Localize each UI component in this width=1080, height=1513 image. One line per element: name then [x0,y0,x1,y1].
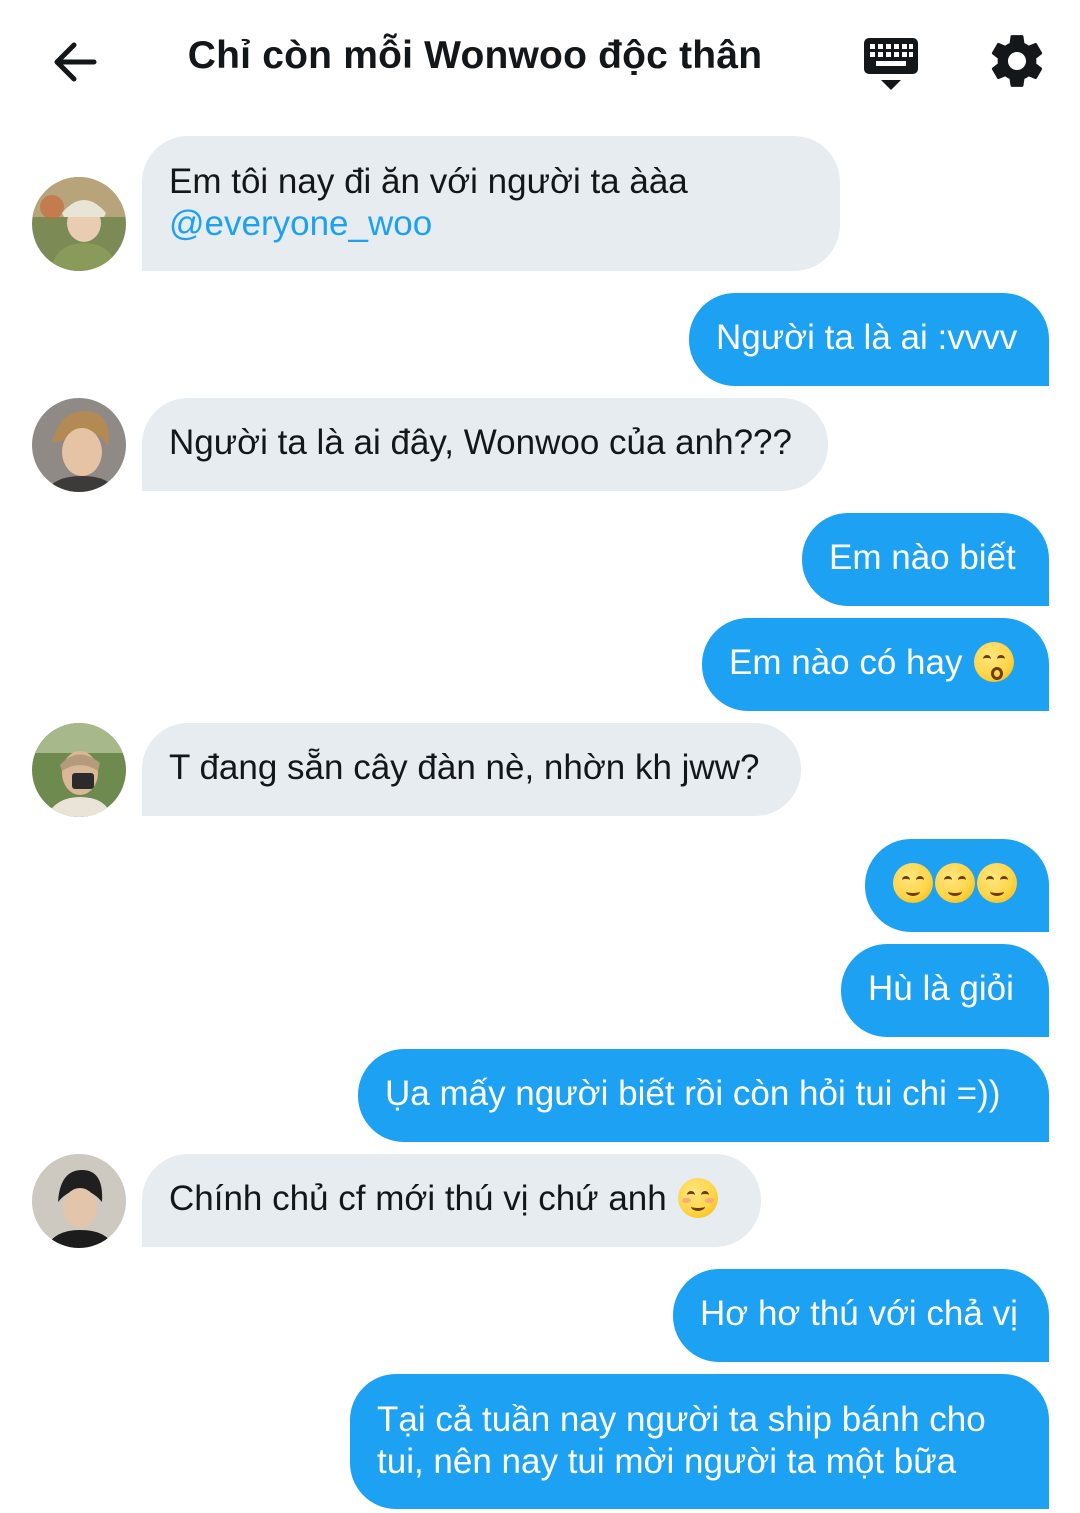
message-text-line: Tại cả tuần nay người ta ship bánh cho [377,1400,986,1439]
message-bubble-incoming[interactable]: Người ta là ai đây, Wonwoo của anh??? [142,398,828,491]
smirking-face-emoji-icon [893,863,933,903]
message-text: Hù là giỏi [868,969,1014,1008]
avatar[interactable] [32,723,126,817]
message-bubble-outgoing[interactable]: Hơ hơ thú với chả vị [673,1269,1049,1362]
message-bubble-outgoing[interactable]: Ụa mấy người biết rồi còn hỏi tui chi =)… [358,1049,1049,1142]
message-text: T đang sẵn cây đàn nè, nhờn kh jww? [169,748,760,787]
message-text: Em tôi nay đi ăn với người ta ààa [169,162,688,201]
avatar[interactable] [32,398,126,492]
message-bubble-incoming[interactable]: Em tôi nay đi ăn với người ta ààa @every… [142,136,840,271]
arrow-left-icon [54,42,97,82]
kissing-face-emoji-icon [974,642,1015,682]
smirking-face-emoji-icon [935,863,975,903]
message-text: Em nào biết [829,538,1016,577]
message-text: Người ta là ai đây, Wonwoo của anh??? [169,423,792,462]
avatar[interactable] [32,1154,126,1248]
user-photo-icon [32,1154,126,1248]
back-button[interactable] [44,32,104,92]
chat-header: Chỉ còn mỗi Wonwoo độc thân [0,0,1080,122]
message-bubble-outgoing[interactable] [865,839,1049,932]
message-bubble-outgoing[interactable]: Người ta là ai :vvvv [689,293,1049,386]
message-text: Chính chủ cf mới thú vị chứ anh [169,1179,667,1218]
message-bubble-outgoing[interactable]: Hù là giỏi [841,944,1049,1037]
keyboard-icon [864,38,918,90]
conversation-title: Chỉ còn mỗi Wonwoo độc thân [187,34,763,77]
message-bubble-incoming[interactable]: Chính chủ cf mới thú vị chứ anh [142,1154,761,1247]
user-photo-icon [32,723,126,817]
mention-link[interactable]: @everyone_woo [169,203,813,245]
message-text: Hơ hơ thú với chả vị [700,1294,1018,1333]
smirking-face-emoji-icon [977,863,1017,903]
gear-icon [991,35,1043,87]
message-bubble-outgoing[interactable]: Em nào có hay [702,618,1049,711]
message-text: Ụa mấy người biết rồi còn hỏi tui chi =)… [385,1074,1001,1113]
message-bubble-incoming[interactable]: T đang sẵn cây đàn nè, nhờn kh jww? [142,723,801,816]
smiling-face-emoji-icon [678,1178,719,1218]
user-photo-icon [32,398,126,492]
settings-button[interactable] [986,30,1048,92]
keyboard-button[interactable] [858,30,924,94]
message-bubble-outgoing[interactable]: Em nào biết [802,513,1049,606]
message-text: Em nào có hay [729,643,963,682]
message-text-line: tui, nên nay tui mời người ta một bữa [377,1442,957,1481]
user-photo-icon [32,177,126,271]
message-bubble-outgoing[interactable]: Tại cả tuần nay người ta ship bánh cho t… [350,1374,1049,1509]
avatar[interactable] [32,177,126,271]
message-text: Người ta là ai :vvvv [716,318,1018,357]
